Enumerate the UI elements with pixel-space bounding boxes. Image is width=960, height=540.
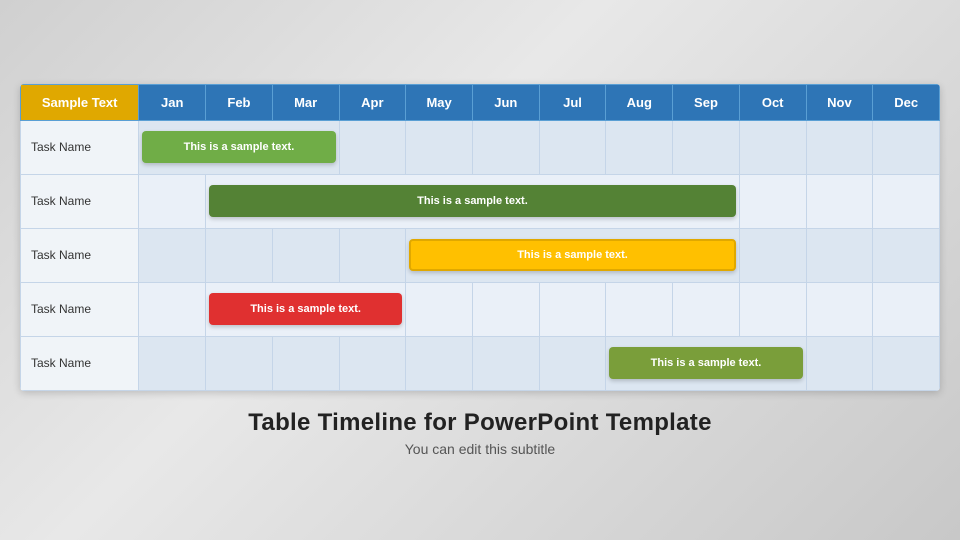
gantt-cell <box>873 282 940 336</box>
gantt-cell <box>139 174 206 228</box>
task-label: Task Name <box>21 120 139 174</box>
header-jan: Jan <box>139 84 206 120</box>
gantt-cell <box>873 336 940 390</box>
gantt-cell <box>139 282 206 336</box>
header-jul: Jul <box>539 84 606 120</box>
header-jun: Jun <box>472 84 539 120</box>
header-sep: Sep <box>673 84 740 120</box>
gantt-cell <box>739 120 806 174</box>
table-row: Task Name This is a sample text. <box>21 174 940 228</box>
gantt-bar: This is a sample text. <box>209 293 402 325</box>
task-label: Task Name <box>21 174 139 228</box>
gantt-cell <box>472 120 539 174</box>
table-row: Task Name This is a sample text. <box>21 336 940 390</box>
gantt-cell <box>206 228 273 282</box>
gantt-cell <box>539 336 606 390</box>
header-sample-text: Sample Text <box>21 84 139 120</box>
task-label: Task Name <box>21 336 139 390</box>
gantt-cell: This is a sample text. <box>606 336 806 390</box>
gantt-cell <box>406 282 473 336</box>
gantt-cell <box>472 336 539 390</box>
gantt-bar: This is a sample text. <box>409 239 736 271</box>
gantt-cell <box>806 120 873 174</box>
gantt-cell <box>739 174 806 228</box>
gantt-cell <box>539 120 606 174</box>
task-label: Task Name <box>21 228 139 282</box>
gantt-bar: This is a sample text. <box>209 185 736 217</box>
gantt-cell <box>472 282 539 336</box>
gantt-cell <box>406 336 473 390</box>
header-oct: Oct <box>739 84 806 120</box>
task-label: Task Name <box>21 282 139 336</box>
gantt-cell <box>673 120 740 174</box>
gantt-cell <box>606 120 673 174</box>
table-row: Task Name This is a sample text. <box>21 282 940 336</box>
gantt-cell: This is a sample text. <box>206 282 406 336</box>
gantt-cell <box>339 228 406 282</box>
gantt-cell <box>873 120 940 174</box>
gantt-cell <box>606 282 673 336</box>
gantt-cell <box>739 228 806 282</box>
gantt-cell <box>339 336 406 390</box>
gantt-cell <box>806 336 873 390</box>
gantt-cell <box>873 174 940 228</box>
gantt-cell <box>272 336 339 390</box>
header-may: May <box>406 84 473 120</box>
title-section: Table Timeline for PowerPoint Template Y… <box>248 409 712 457</box>
header-nov: Nov <box>806 84 873 120</box>
gantt-cell <box>739 282 806 336</box>
gantt-body: Task NameThis is a sample text.Task Name… <box>21 120 940 390</box>
gantt-cell <box>673 282 740 336</box>
gantt-cell <box>873 228 940 282</box>
table-row: Task Name This is a sample text. <box>21 228 940 282</box>
gantt-cell: This is a sample text. <box>139 120 339 174</box>
gantt-cell <box>272 228 339 282</box>
gantt-cell <box>406 120 473 174</box>
gantt-cell: This is a sample text. <box>406 228 740 282</box>
gantt-cell <box>139 336 206 390</box>
gantt-cell <box>139 228 206 282</box>
gantt-bar: This is a sample text. <box>609 347 802 379</box>
header-aug: Aug <box>606 84 673 120</box>
gantt-bar: This is a sample text. <box>142 131 335 163</box>
header-feb: Feb <box>206 84 273 120</box>
slide-container: Sample Text Jan Feb Mar Apr May Jun Jul … <box>20 84 940 457</box>
gantt-cell <box>806 174 873 228</box>
header-mar: Mar <box>272 84 339 120</box>
gantt-table-wrapper: Sample Text Jan Feb Mar Apr May Jun Jul … <box>20 84 940 391</box>
gantt-cell <box>206 336 273 390</box>
gantt-cell <box>806 282 873 336</box>
subtitle: You can edit this subtitle <box>248 441 712 457</box>
gantt-cell <box>539 282 606 336</box>
header-dec: Dec <box>873 84 940 120</box>
header-apr: Apr <box>339 84 406 120</box>
main-title: Table Timeline for PowerPoint Template <box>248 409 712 437</box>
gantt-table: Sample Text Jan Feb Mar Apr May Jun Jul … <box>20 84 940 391</box>
gantt-cell: This is a sample text. <box>206 174 740 228</box>
gantt-cell <box>339 120 406 174</box>
header-row: Sample Text Jan Feb Mar Apr May Jun Jul … <box>21 84 940 120</box>
gantt-cell <box>806 228 873 282</box>
table-row: Task NameThis is a sample text. <box>21 120 940 174</box>
